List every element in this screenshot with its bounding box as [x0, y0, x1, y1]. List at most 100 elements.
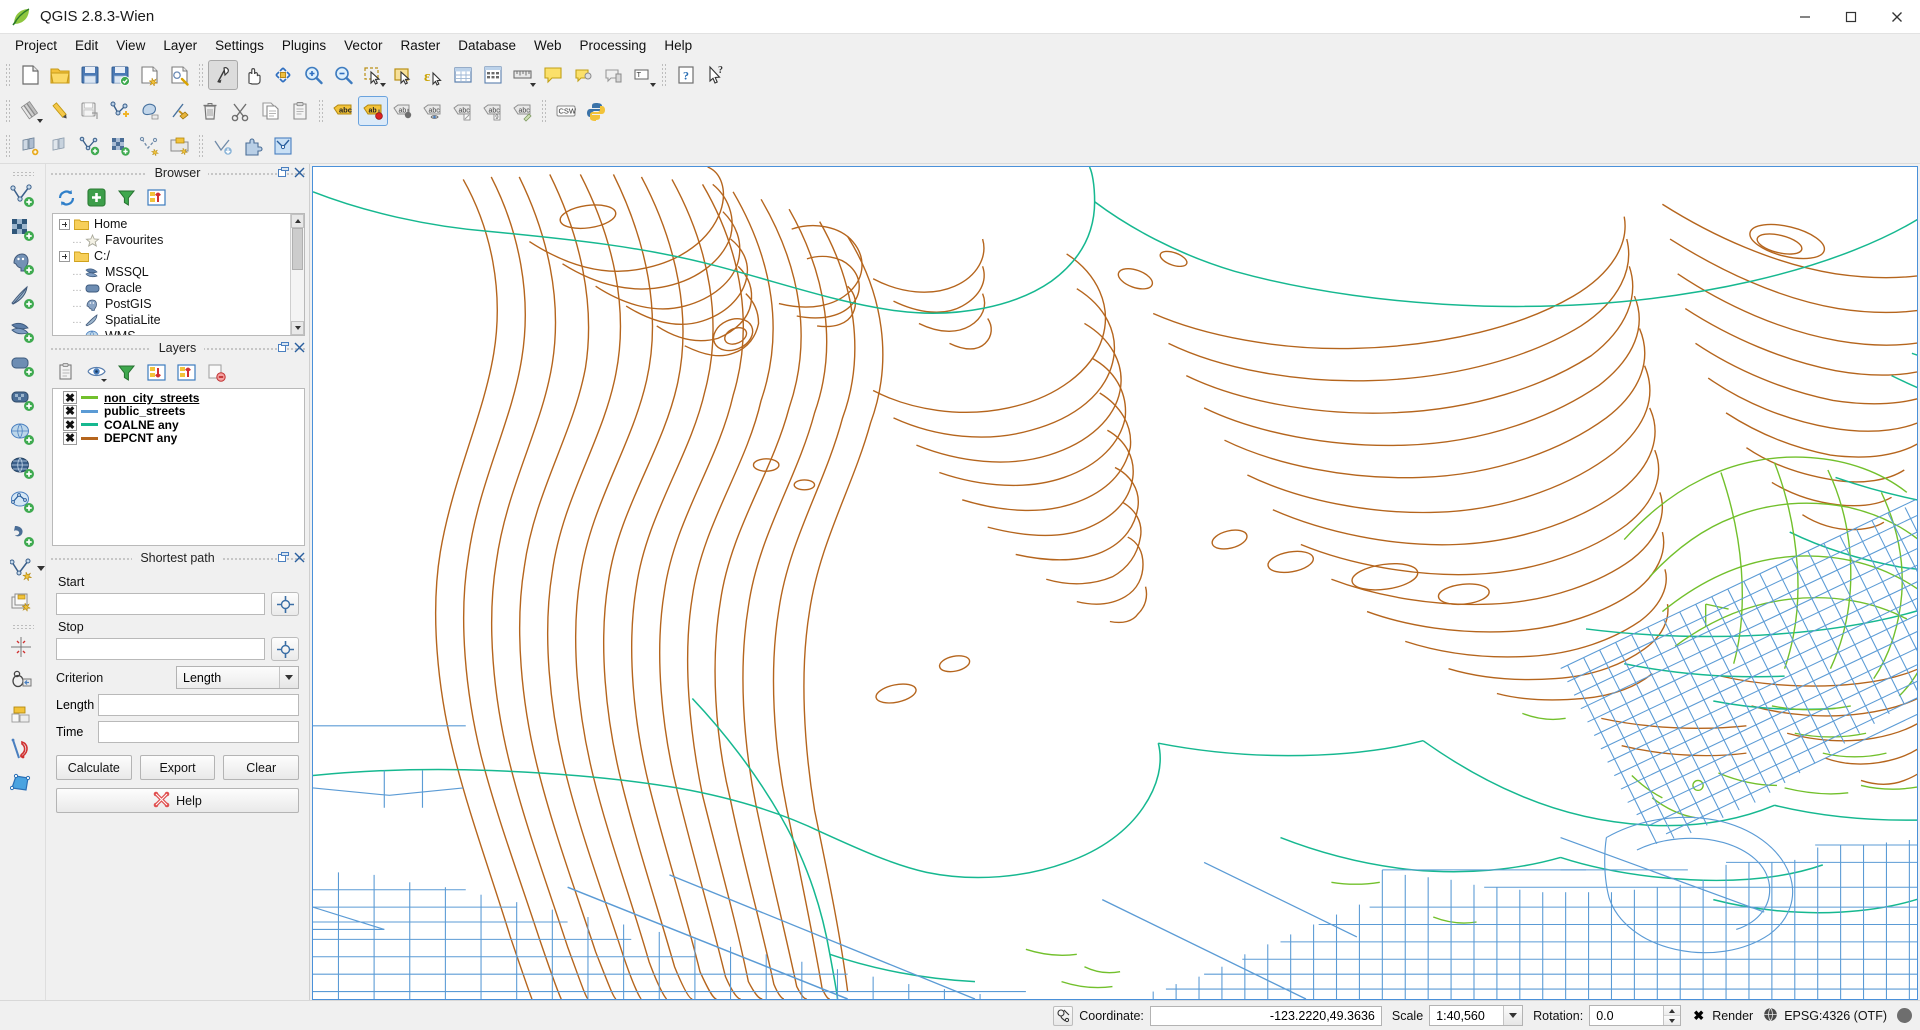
export-button[interactable]: Export	[140, 755, 216, 780]
toolbar-grip[interactable]	[661, 63, 668, 87]
close-panel-icon[interactable]	[293, 341, 306, 354]
menu-view[interactable]: View	[107, 35, 154, 56]
open-project-icon[interactable]	[45, 60, 75, 90]
deselect-features-icon[interactable]	[388, 60, 418, 90]
scroll-up-icon[interactable]	[291, 214, 304, 228]
length-field[interactable]	[98, 694, 299, 716]
node-tool-icon[interactable]	[165, 96, 195, 126]
rotation-spinbox[interactable]: 0.0	[1589, 1005, 1681, 1026]
layer-name[interactable]: DEPCNT any	[104, 431, 177, 445]
undock-panel-icon[interactable]	[277, 166, 290, 179]
help-button[interactable]: Help	[56, 788, 299, 813]
menu-raster[interactable]: Raster	[391, 35, 449, 56]
cut-features-icon[interactable]	[225, 96, 255, 126]
composer-manager-icon[interactable]	[165, 60, 195, 90]
embed-layers-icon[interactable]	[6, 587, 40, 621]
select-by-expression-icon[interactable]: ε	[418, 60, 448, 90]
add-selected-layers-icon[interactable]	[82, 184, 110, 211]
add-db2-layer-icon[interactable]	[6, 383, 40, 417]
new-map-note-icon[interactable]	[538, 60, 568, 90]
toolbar-grip[interactable]	[318, 99, 325, 123]
browser-item-mssql[interactable]: … MSSQL	[59, 264, 304, 280]
browser-item-postgis[interactable]: … PostGIS	[59, 296, 304, 312]
close-panel-icon[interactable]	[293, 166, 306, 179]
manage-layer-visibility-icon[interactable]	[82, 359, 110, 386]
label-show-hide-icon[interactable]: abc	[418, 96, 448, 126]
layer-labeling-icon[interactable]: abc	[328, 96, 358, 126]
coordinate-capture-icon[interactable]	[1053, 1006, 1073, 1026]
add-postgis-layer-icon[interactable]	[6, 247, 40, 281]
collapse-all-icon[interactable]	[172, 359, 200, 386]
current-edits-icon[interactable]	[15, 96, 45, 126]
layer-tree[interactable]: ✖ non_city_streets ✖ public_streets ✖ CO…	[52, 388, 305, 546]
chevron-down-icon[interactable]	[1503, 1006, 1522, 1025]
browser-item-favourites[interactable]: … Favourites	[59, 232, 304, 248]
open-layer-styling-icon[interactable]	[52, 359, 80, 386]
raster-calculator-icon[interactable]	[268, 131, 298, 161]
add-spatialite-layer-icon[interactable]	[6, 281, 40, 315]
layer-name[interactable]: non_city_streets	[104, 391, 199, 405]
help-contents-icon[interactable]: ?	[671, 60, 701, 90]
layer-visibility-checkbox[interactable]: ✖	[63, 405, 77, 418]
zoom-full-icon[interactable]	[268, 60, 298, 90]
road-graph-icon[interactable]	[6, 734, 40, 768]
close-panel-icon[interactable]	[293, 551, 306, 564]
browser-item-spatialite[interactable]: … SpatiaLite	[59, 312, 304, 328]
layer-row-non-city-streets[interactable]: ✖ non_city_streets	[53, 391, 304, 405]
menu-edit[interactable]: Edit	[66, 35, 107, 56]
browser-item-c-drive[interactable]: C:/	[59, 248, 304, 264]
layer-name[interactable]: COALNE any	[104, 418, 179, 432]
toolbar-grip[interactable]	[198, 63, 205, 87]
scroll-down-icon[interactable]	[291, 321, 304, 335]
new-shapefile-layer-icon[interactable]	[75, 131, 105, 161]
layer-visibility-checkbox[interactable]: ✖	[63, 391, 77, 404]
stop-pick-crosshair-icon[interactable]	[271, 637, 299, 661]
menu-database[interactable]: Database	[449, 35, 525, 56]
browser-item-home[interactable]: Home	[59, 216, 304, 232]
crs-group[interactable]: EPSG:4326 (OTF)	[1763, 1007, 1887, 1025]
add-wfs-layer-icon[interactable]	[15, 131, 45, 161]
toolbar-grip[interactable]	[5, 99, 12, 123]
menu-help[interactable]: Help	[655, 35, 701, 56]
new-memory-layer-icon[interactable]	[6, 700, 40, 734]
close-button[interactable]	[1874, 0, 1920, 34]
label-change-icon[interactable]: abc9	[478, 96, 508, 126]
pin-labels-icon[interactable]	[598, 60, 628, 90]
maximize-button[interactable]	[1828, 0, 1874, 34]
delete-selected-icon[interactable]	[195, 96, 225, 126]
layer-row-public-streets[interactable]: ✖ public_streets	[53, 405, 304, 419]
layer-visibility-checkbox[interactable]: ✖	[63, 432, 77, 445]
new-gpx-layer-icon[interactable]	[165, 131, 195, 161]
expand-icon[interactable]	[59, 251, 70, 262]
layer-visibility-checkbox[interactable]: ✖	[63, 418, 77, 431]
filter-legend-icon[interactable]	[112, 359, 140, 386]
add-wfs-layer-icon[interactable]	[6, 485, 40, 519]
filter-browser-icon[interactable]	[112, 184, 140, 211]
new-project-icon[interactable]	[15, 60, 45, 90]
csw-icon[interactable]: CSW	[551, 96, 581, 126]
copy-features-icon[interactable]	[255, 96, 285, 126]
browser-item-oracle[interactable]: … Oracle	[59, 280, 304, 296]
open-attribute-table-icon[interactable]	[448, 60, 478, 90]
plugin-manager-icon[interactable]	[238, 131, 268, 161]
toolbar-grip[interactable]	[12, 624, 34, 630]
move-feature-icon[interactable]	[135, 96, 165, 126]
whats-this-icon[interactable]: ?	[701, 60, 731, 90]
remove-layer-icon[interactable]	[202, 359, 230, 386]
chevron-down-icon[interactable]	[37, 566, 45, 571]
save-layer-edits-icon[interactable]	[75, 96, 105, 126]
scale-combo[interactable]: 1:40,560	[1429, 1005, 1523, 1026]
clear-button[interactable]: Clear	[223, 755, 299, 780]
zoom-out-icon[interactable]	[328, 60, 358, 90]
map-canvas[interactable]	[312, 166, 1918, 1000]
menu-vector[interactable]: Vector	[335, 35, 391, 56]
label-pin-icon[interactable]: ab	[358, 96, 388, 126]
add-delimited-text-layer-icon[interactable]	[6, 519, 40, 553]
toolbar-grip[interactable]	[541, 99, 548, 123]
add-raster-layer-icon[interactable]	[6, 213, 40, 247]
add-vector-layer-icon[interactable]	[6, 179, 40, 213]
scrollbar-thumb[interactable]	[292, 228, 303, 270]
undock-panel-icon[interactable]	[277, 551, 290, 564]
new-spatialite-layer-icon[interactable]	[105, 131, 135, 161]
save-project-icon[interactable]	[75, 60, 105, 90]
